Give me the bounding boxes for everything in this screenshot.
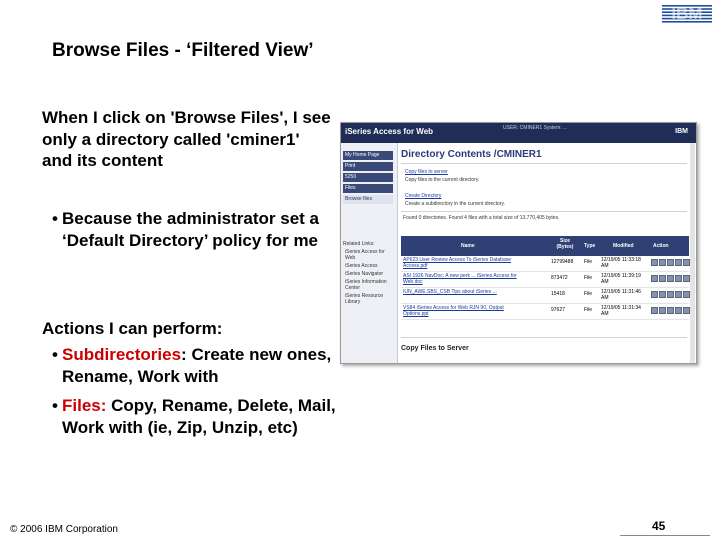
mail-icon[interactable] [675, 275, 682, 282]
divider [401, 211, 687, 212]
file-size: 873472 [551, 275, 568, 281]
table-row: AP623 User Review Access To iSeries Data… [401, 256, 690, 272]
action-bullet-subdirectories: • Subdirectories: Create new ones, Renam… [52, 344, 342, 387]
file-name-link[interactable]: VS84 iSeries Access for Web RJN 90, Outp… [403, 305, 523, 317]
delete-icon[interactable] [667, 259, 674, 266]
file-type: File [584, 275, 593, 281]
delete-icon[interactable] [667, 307, 674, 314]
rename-icon[interactable] [659, 291, 666, 298]
related-link[interactable]: iSeries Information Center [345, 279, 395, 291]
sidebar-item-5250[interactable]: 5250 [343, 173, 393, 182]
sidebar-item-files[interactable]: Files [343, 184, 393, 193]
file-type: File [584, 259, 593, 265]
col-size[interactable]: Size (Bytes) [551, 238, 579, 250]
row-actions [651, 259, 690, 266]
zip-icon[interactable] [683, 307, 690, 314]
action-label-subdirectories: Subdirectories [62, 345, 182, 364]
related-links-heading: Related Links: [343, 241, 375, 247]
file-name-link[interactable]: ASI 1926 NavDoc: A new perk ... iSeries … [403, 273, 523, 285]
copy-icon[interactable] [651, 259, 658, 266]
copy-files-link[interactable]: Copy files to server [405, 169, 448, 175]
command-description: Copy files to the current directory. [405, 177, 480, 183]
sidebar-item-my-home-page[interactable]: My Home Page [343, 151, 393, 160]
copy-icon[interactable] [651, 275, 658, 282]
related-link[interactable]: iSeries Navigator [345, 271, 395, 277]
actions-heading: Actions I can perform: [42, 319, 223, 338]
file-type: File [584, 291, 593, 297]
table-header: Name Size (Bytes) Type Modified Action [401, 236, 689, 256]
rename-icon[interactable] [659, 307, 666, 314]
sidebar-item-print[interactable]: Print [343, 162, 393, 171]
divider [401, 163, 687, 164]
file-modified: 12/19/05 11:31:46 AM [601, 289, 641, 301]
create-directory-link[interactable]: Create Directory [405, 193, 441, 199]
intro-bullet: • Because the administrator set a ‘Defau… [52, 208, 332, 251]
file-name-link[interactable]: IUN_AWE.SBS_CSB Tips about iSeries ... [403, 289, 523, 295]
file-modified: 12/19/05 11:31:34 AM [601, 305, 641, 317]
row-actions [651, 307, 690, 314]
directory-summary: Found 0 directories. Found 4 files with … [403, 215, 560, 221]
mail-icon[interactable] [675, 291, 682, 298]
col-name[interactable]: Name [461, 243, 475, 249]
action-bullet-files: • Files: Copy, Rename, Delete, Mail, Wor… [52, 395, 342, 438]
action-label-files: Files: [62, 396, 107, 415]
copy-icon[interactable] [651, 307, 658, 314]
row-actions [651, 275, 690, 282]
col-action: Action [653, 243, 669, 249]
table-row: IUN_AWE.SBS_CSB Tips about iSeries ... 1… [401, 288, 690, 304]
footer-rule [620, 535, 710, 536]
intro-bullet-text: Because the administrator set a ‘Default… [62, 209, 319, 250]
rename-icon[interactable] [659, 275, 666, 282]
file-modified: 12/19/05 11:33:18 AM [601, 257, 641, 269]
mail-icon[interactable] [675, 307, 682, 314]
related-link[interactable]: iSeries Access for Web [345, 249, 395, 261]
bullet-dot: • [52, 396, 58, 415]
intro-text: When I click on 'Browse Files', I see on… [42, 108, 331, 170]
col-type[interactable]: Type [584, 243, 595, 249]
file-name-link[interactable]: AP623 User Review Access To iSeries Data… [403, 257, 523, 269]
bullet-dot: • [52, 209, 58, 228]
sidebar: My Home Page Print 5250 Files Browse fil… [341, 143, 398, 363]
file-type: File [584, 307, 593, 313]
row-actions [651, 291, 690, 298]
related-link[interactable]: iSeries Resource Library [345, 293, 395, 305]
user-info: USER: CMINER1 System: ... [503, 125, 568, 131]
page-title: Directory Contents /CMINER1 [401, 149, 542, 160]
files-table: Name Size (Bytes) Type Modified Action A… [401, 236, 690, 320]
col-modified[interactable]: Modified [613, 243, 634, 249]
file-size: 12799488 [551, 259, 574, 265]
table-row: ASI 1926 NavDoc: A new perk ... iSeries … [401, 272, 690, 288]
delete-icon[interactable] [667, 291, 674, 298]
zip-icon[interactable] [683, 259, 690, 266]
mail-icon[interactable] [675, 259, 682, 266]
sidebar-item-browse-files[interactable]: Browse files [343, 195, 393, 204]
brand-label: IBM [675, 128, 688, 135]
ibm-logo: IBM [662, 4, 712, 23]
slide-title: Browse Files - ‘Filtered View’ [52, 40, 314, 61]
browse-files-screenshot: iSeries Access for Web USER: CMINER1 Sys… [340, 122, 697, 364]
divider [401, 337, 687, 338]
copyright: © 2006 IBM Corporation [10, 524, 118, 535]
vertical-scrollbar[interactable] [690, 143, 695, 363]
app-title: iSeries Access for Web [345, 127, 434, 136]
action-bullet-body: Files: Copy, Rename, Delete, Mail, Work … [62, 395, 342, 438]
page-number: 45 [652, 519, 666, 533]
bullet-dot: • [52, 345, 58, 364]
zip-icon[interactable] [683, 275, 690, 282]
command-description: Create a subdirectory in the current dir… [405, 201, 505, 207]
table-row: VS84 iSeries Access for Web RJN 90, Outp… [401, 304, 690, 320]
app-header: iSeries Access for Web USER: CMINER1 Sys… [341, 123, 696, 143]
related-link[interactable]: iSeries Access [345, 263, 395, 269]
file-modified: 12/19/05 11:39:19 AM [601, 273, 641, 285]
delete-icon[interactable] [667, 275, 674, 282]
svg-text:IBM: IBM [671, 4, 702, 23]
action-bullet-body: Subdirectories: Create new ones, Rename,… [62, 344, 342, 387]
copy-icon[interactable] [651, 291, 658, 298]
rename-icon[interactable] [659, 259, 666, 266]
file-size: 15418 [551, 291, 565, 297]
file-size: 97627 [551, 307, 565, 313]
zip-icon[interactable] [683, 291, 690, 298]
copy-files-heading: Copy Files to Server [401, 345, 469, 352]
